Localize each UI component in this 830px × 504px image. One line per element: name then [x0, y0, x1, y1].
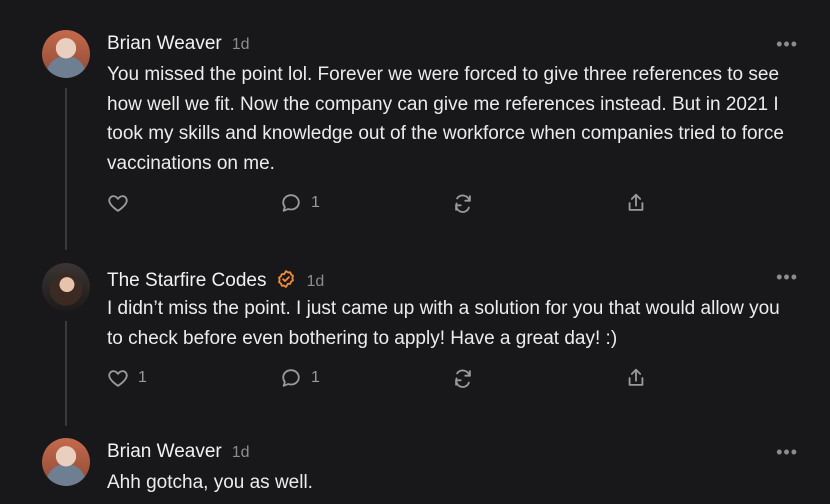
restack-button[interactable]: [452, 367, 474, 389]
reply-count: 1: [311, 369, 320, 386]
like-button[interactable]: 1: [107, 367, 147, 389]
comment: Brian Weaver 1d ••• Ahh gotcha, you as w…: [0, 426, 830, 504]
comment-text: I didn’t miss the point. I just came up …: [107, 298, 780, 349]
author-name[interactable]: Brian Weaver: [107, 441, 222, 463]
timestamp[interactable]: 1d: [232, 36, 250, 54]
share-icon: [628, 368, 644, 386]
comment-header: Brian Weaver 1d: [107, 441, 250, 463]
repost-icon: [455, 369, 471, 388]
share-button[interactable]: [625, 192, 647, 214]
comment-header: Brian Weaver 1d: [107, 33, 250, 55]
restack-button[interactable]: [452, 192, 474, 214]
timestamp[interactable]: 1d: [232, 444, 250, 462]
heart-icon: [108, 195, 128, 212]
comment-header: The Starfire Codes 1d: [107, 266, 324, 292]
comment-text: You missed the point lol. Forever we wer…: [107, 64, 784, 174]
comment-icon: [282, 369, 300, 387]
reply-count: 1: [311, 194, 320, 211]
avatar[interactable]: [42, 438, 90, 486]
verified-badge-icon: [276, 269, 296, 289]
more-options-button[interactable]: •••: [776, 267, 798, 288]
author-name[interactable]: Brian Weaver: [107, 33, 222, 55]
repost-icon: [455, 194, 471, 213]
thread-line: [65, 88, 67, 250]
reply-button[interactable]: 1: [280, 192, 320, 214]
share-icon: [628, 193, 644, 211]
avatar[interactable]: [42, 30, 90, 78]
avatar[interactable]: [42, 263, 90, 311]
comment-text: Ahh gotcha, you as well.: [107, 472, 313, 493]
more-options-button[interactable]: •••: [776, 34, 798, 55]
timestamp[interactable]: 1d: [306, 273, 324, 291]
comment: The Starfire Codes 1d ••• I didn’t miss …: [0, 250, 830, 426]
comment-icon: [282, 194, 300, 212]
more-options-button[interactable]: •••: [776, 442, 798, 463]
heart-icon: [108, 370, 128, 387]
reply-button[interactable]: 1: [280, 367, 320, 389]
share-button[interactable]: [625, 367, 647, 389]
thread-line: [65, 321, 67, 426]
like-button[interactable]: [107, 192, 138, 214]
author-name[interactable]: The Starfire Codes: [107, 270, 266, 292]
comment: Brian Weaver 1d ••• You missed the point…: [0, 0, 830, 250]
like-count: 1: [138, 369, 147, 386]
